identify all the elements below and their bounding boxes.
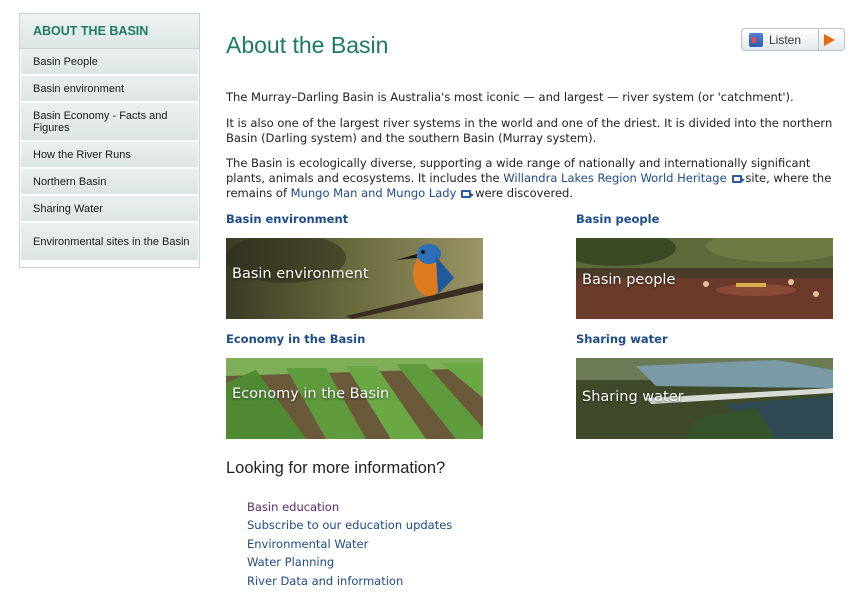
link-river-data[interactable]: River Data and information [247,574,403,588]
sidebar-item-sharing-water[interactable]: Sharing Water [21,196,198,223]
sidebar-item-environmental-sites[interactable]: Environmental sites in the Basin [21,223,198,262]
sidebar-item-northern-basin[interactable]: Northern Basin [21,169,198,196]
sidebar-item-label: How the River Runs [33,148,131,161]
tile-caption: Basin people [582,272,676,288]
sidebar-nav: ABOUT THE BASIN Basin People Basin envir… [19,13,200,268]
intro-paragraph-1: The Murray–Darling Basin is Australia's … [226,90,794,104]
listen-label: Listen [769,32,802,47]
tile-sharing-water[interactable]: Sharing water [576,358,833,439]
page-title: About the Basin [226,32,389,58]
listen-divider [818,29,819,50]
more-info-heading: Looking for more information? [226,459,446,477]
sidebar-item-how-the-river-runs[interactable]: How the River Runs [21,142,198,169]
sidebar-item-label: Environmental sites in the Basin [33,235,190,248]
tile-economy[interactable]: Economy in the Basin [226,358,483,439]
sidebar-item-basin-economy[interactable]: Basin Economy - Facts and Figures [21,103,198,142]
sidebar-item-label: Basin Economy - Facts and Figures [33,109,168,134]
sidebar-item-label: Basin environment [33,82,125,95]
link-basin-education[interactable]: Basin education [247,500,339,514]
listen-button[interactable]: Listen [741,28,845,51]
intro-paragraph-3: The Basin is ecologically diverse, suppo… [226,156,838,201]
section-title-basin-people[interactable]: Basin people [576,212,659,226]
sidebar-item-basin-environment[interactable]: Basin environment [21,76,198,103]
external-link-icon [461,190,475,198]
external-link-icon [731,175,745,183]
play-icon[interactable] [824,34,835,46]
speaker-icon [749,32,763,47]
section-title-economy[interactable]: Economy in the Basin [226,332,365,346]
link-water-planning[interactable]: Water Planning [247,555,334,569]
intro-paragraph-2: It is also one of the largest river syst… [226,116,833,145]
tile-basin-people[interactable]: Basin people [576,238,833,319]
sidebar-item-label: Sharing Water [33,202,103,215]
section-title-basin-environment[interactable]: Basin environment [226,212,348,226]
link-subscribe-education-updates[interactable]: Subscribe to our education updates [247,518,452,532]
tile-caption: Sharing water [582,389,684,405]
sidebar-item-label: Basin People [33,55,98,68]
link-environmental-water[interactable]: Environmental Water [247,537,368,551]
tile-basin-environment[interactable]: Basin environment [226,238,483,319]
sidebar-heading[interactable]: ABOUT THE BASIN [20,14,199,49]
tile-caption: Basin environment [232,266,369,282]
sidebar-item-basin-people[interactable]: Basin People [21,49,198,76]
para3-text-c: were discovered. [471,186,573,200]
section-title-sharing-water[interactable]: Sharing water [576,332,668,346]
mungo-link[interactable]: Mungo Man and Mungo Lady [291,186,457,200]
willandra-link[interactable]: Willandra Lakes Region World Heritage [503,171,726,185]
sidebar-item-label: Northern Basin [33,175,107,188]
tile-caption: Economy in the Basin [232,386,390,402]
